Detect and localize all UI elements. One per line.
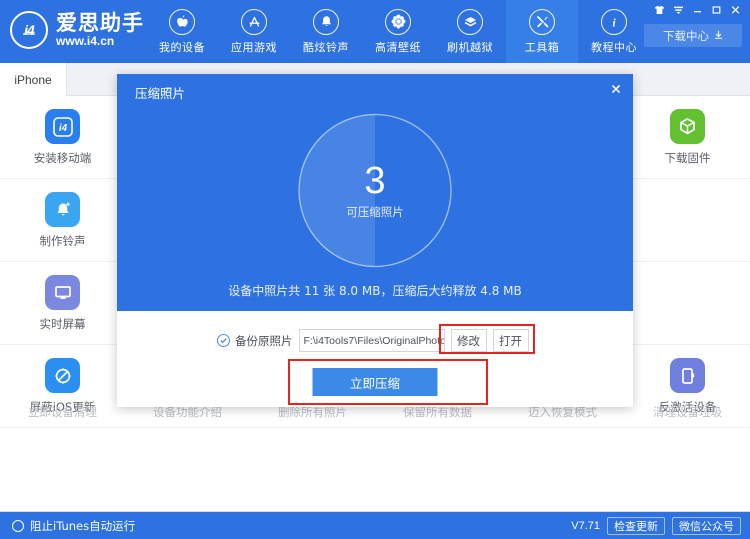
compressible-photos-donut: 3 可压缩照片 xyxy=(297,112,454,269)
backup-checkbox[interactable] xyxy=(217,334,230,347)
ringtone-icon xyxy=(45,192,80,227)
backup-original-row: 备份原照片 F:\i4Tools7\Files\OriginalPhoto 修改… xyxy=(217,329,529,352)
tool-label: 立即设备清理 xyxy=(28,405,97,418)
svg-text:i4: i4 xyxy=(24,22,35,38)
status-bar: 阻止iTunes自动运行 V7.71 检查更新 微信公众号 xyxy=(0,511,750,539)
tab-iphone[interactable]: iPhone xyxy=(0,63,67,96)
logo-url: www.i4.cn xyxy=(56,34,115,48)
dialog-footer-panel: 备份原照片 F:\i4Tools7\Files\OriginalPhoto 修改… xyxy=(117,311,633,407)
tool-cell-empty[interactable] xyxy=(625,179,750,262)
tool-label: 安装移动端 xyxy=(33,151,92,165)
screen-icon xyxy=(45,275,80,310)
nav-item-wallpapers[interactable]: 高清壁纸 xyxy=(362,0,434,63)
donut-center: 3 可压缩照片 xyxy=(297,112,454,269)
backup-label: 备份原照片 xyxy=(235,333,293,348)
modify-path-button[interactable]: 修改 xyxy=(450,329,487,352)
tool-cell-empty[interactable] xyxy=(625,262,750,345)
nav-label: 应用游戏 xyxy=(231,40,277,54)
tool-cell-live-screen[interactable]: 实时屏幕 xyxy=(0,262,125,345)
donut-count: 3 xyxy=(364,160,386,202)
i4-logo-icon: i4 xyxy=(10,11,48,49)
occluded-cell[interactable]: 立即设备清理 xyxy=(0,404,125,418)
nav-item-ringtones[interactable]: 酷炫铃声 xyxy=(290,0,362,63)
dialog-header-panel: 压缩照片 3 可压缩照片 设备中照片共 11 张 8.0 MB，压缩后大约释放 … xyxy=(117,74,633,311)
compress-now-button[interactable]: 立即压缩 xyxy=(312,368,438,396)
check-update-button[interactable]: 检查更新 xyxy=(607,517,665,535)
toggle-ring-icon xyxy=(12,520,24,532)
block-itunes-toggle[interactable]: 阻止iTunes自动运行 xyxy=(12,512,135,539)
dialog-title: 压缩照片 xyxy=(135,86,186,101)
download-center-label: 下载中心 xyxy=(663,28,709,43)
maximize-icon[interactable] xyxy=(708,2,725,17)
close-icon[interactable] xyxy=(607,80,625,98)
tool-label: 制作铃声 xyxy=(39,234,86,248)
nav-label: 教程中心 xyxy=(591,40,637,54)
appstore-icon xyxy=(241,8,267,35)
app-logo: i4 爱思助手 www.i4.cn xyxy=(10,11,144,49)
bell-icon xyxy=(313,8,339,35)
nav-item-tutorials[interactable]: i 教程中心 xyxy=(578,0,650,63)
nav-item-my-device[interactable]: 我的设备 xyxy=(146,0,218,63)
apple-icon xyxy=(169,8,195,35)
nav-item-toolbox[interactable]: 工具箱 xyxy=(506,0,578,63)
logo-title: 爱思助手 xyxy=(56,11,144,35)
tool-label: 清理设备垃圾 xyxy=(653,405,722,418)
check-update-label: 检查更新 xyxy=(614,520,658,533)
compress-photos-dialog: 压缩照片 3 可压缩照片 设备中照片共 11 张 8.0 MB，压缩后大约释放 … xyxy=(117,74,633,407)
tool-cell-make-ringtone[interactable]: 制作铃声 xyxy=(0,179,125,262)
nav-label: 酷炫铃声 xyxy=(303,40,349,54)
jailbreak-icon xyxy=(457,8,483,35)
tab-label: iPhone xyxy=(14,72,52,87)
open-path-button[interactable]: 打开 xyxy=(492,329,529,352)
info-icon: i xyxy=(601,8,627,35)
close-icon[interactable] xyxy=(727,2,744,17)
deactivate-icon xyxy=(670,358,705,393)
nav-item-jailbreak[interactable]: 刷机越狱 xyxy=(434,0,506,63)
skin-icon[interactable] xyxy=(651,2,668,17)
version-label: V7.71 xyxy=(571,520,600,532)
block-itunes-label: 阻止iTunes自动运行 xyxy=(30,519,136,533)
nav-label: 工具箱 xyxy=(524,40,560,54)
svg-text:i: i xyxy=(612,15,616,29)
download-arrow-icon xyxy=(714,29,723,43)
status-bar-right: V7.71 检查更新 微信公众号 xyxy=(571,512,741,539)
nav-item-apps-games[interactable]: 应用游戏 xyxy=(218,0,290,63)
flower-icon xyxy=(385,8,411,35)
nav-label: 我的设备 xyxy=(159,40,205,54)
tools-icon xyxy=(529,8,555,35)
app-header: i4 爱思助手 www.i4.cn 我的设备 应用游戏 酷炫铃声 高清壁纸 刷机… xyxy=(0,0,750,63)
occluded-cell[interactable]: 清理设备垃圾 xyxy=(625,404,750,418)
donut-caption: 可压缩照片 xyxy=(346,205,404,219)
backup-path-value: F:\i4Tools7\Files\OriginalPhoto xyxy=(303,334,445,347)
download-center-button[interactable]: 下载中心 xyxy=(644,24,742,47)
menu-icon[interactable] xyxy=(670,2,687,17)
wechat-label: 微信公众号 xyxy=(679,520,734,533)
minimize-icon[interactable] xyxy=(689,2,706,17)
svg-text:i4: i4 xyxy=(58,123,67,134)
photo-summary-text: 设备中照片共 11 张 8.0 MB，压缩后大约释放 4.8 MB xyxy=(228,284,522,298)
backup-path-field[interactable]: F:\i4Tools7\Files\OriginalPhoto xyxy=(298,329,445,352)
open-label: 打开 xyxy=(499,333,522,348)
nav-label: 刷机越狱 xyxy=(447,40,493,54)
compress-now-label: 立即压缩 xyxy=(349,375,400,391)
block-update-icon xyxy=(45,358,80,393)
tool-label: 实时屏幕 xyxy=(39,317,86,331)
tool-label: 下载固件 xyxy=(664,151,711,165)
i4-app-icon: i4 xyxy=(45,109,80,144)
wechat-button[interactable]: 微信公众号 xyxy=(672,517,741,535)
tool-cell-install-mobile[interactable]: i4 安装移动端 xyxy=(0,96,125,179)
modify-label: 修改 xyxy=(457,333,480,348)
nav-label: 高清壁纸 xyxy=(375,40,421,54)
app-window: i4 爱思助手 www.i4.cn 我的设备 应用游戏 酷炫铃声 高清壁纸 刷机… xyxy=(0,0,750,539)
main-nav: 我的设备 应用游戏 酷炫铃声 高清壁纸 刷机越狱 工具箱 i 教程中心 xyxy=(146,0,650,63)
tool-cell-download-firmware[interactable]: 下载固件 xyxy=(625,96,750,179)
window-controls xyxy=(651,2,744,17)
box-icon xyxy=(670,109,705,144)
